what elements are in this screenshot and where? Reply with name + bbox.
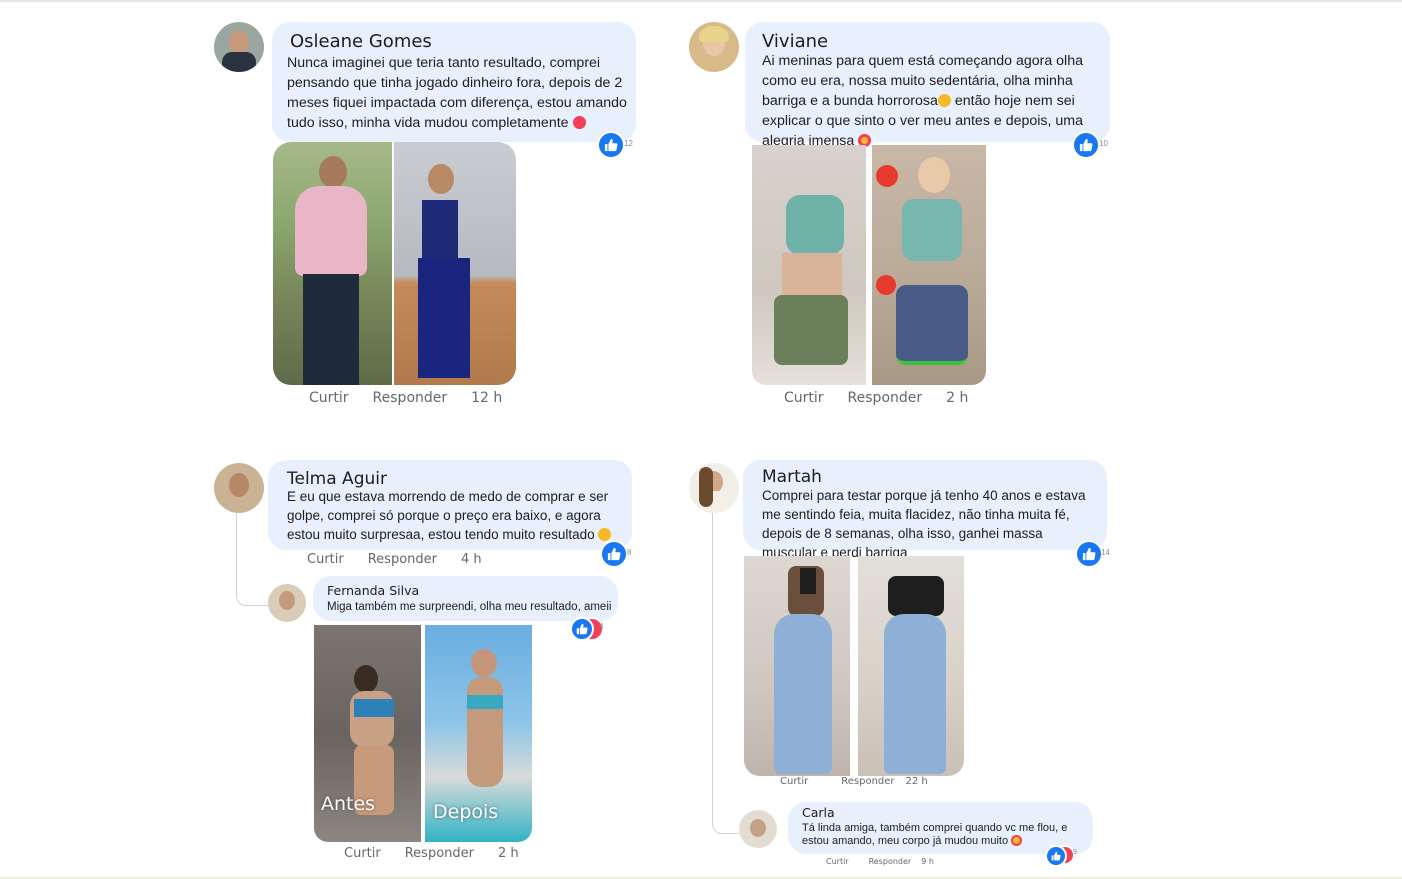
avatar[interactable] [214, 463, 264, 513]
comment-author[interactable]: Martah [762, 467, 822, 487]
like-reaction-icon[interactable] [1075, 540, 1103, 568]
comment-timestamp[interactable]: 2 h [498, 846, 519, 861]
before-label: Antes [321, 793, 376, 815]
like-button[interactable]: Curtir [780, 776, 808, 787]
reply-text: Tá linda amiga, também comprei quando vc… [802, 822, 1092, 848]
reaction-count: 9 [1073, 849, 1077, 856]
reply-bubble: Carla Tá linda amiga, também comprei qua… [788, 802, 1093, 854]
reply-button[interactable]: Responder [841, 776, 894, 787]
before-after-photo[interactable] [744, 556, 964, 776]
avatar[interactable] [739, 810, 777, 848]
like-button[interactable]: Curtir [784, 390, 824, 406]
comment-timestamp[interactable]: 9 h [921, 857, 934, 866]
reply-button[interactable]: Responder [848, 390, 923, 406]
reply-button[interactable]: Responder [405, 846, 474, 861]
reaction-count: 14 [1101, 548, 1110, 557]
comment-actions: Curtir Responder 4 h [307, 552, 482, 567]
reaction-count: 8 [627, 548, 632, 557]
after-photo [858, 556, 964, 776]
comment-author[interactable]: Telma Aguir [287, 469, 387, 489]
reply-author[interactable]: Carla [802, 805, 835, 820]
comment-text: Ai meninas para quem está começando agor… [762, 51, 1104, 151]
after-label: Depois [433, 801, 499, 823]
after-photo [394, 142, 516, 385]
before-photo: Antes [314, 625, 421, 842]
before-photo [744, 556, 850, 776]
reply-thread-line [712, 513, 739, 834]
like-reaction-icon[interactable] [600, 540, 628, 568]
avatar[interactable] [214, 22, 264, 72]
after-photo [872, 145, 986, 385]
heart-emoji-icon [572, 116, 586, 129]
like-button[interactable]: Curtir [826, 857, 849, 866]
reply-actions: Curtir Responder 9 h [826, 857, 934, 866]
reaction-count: 10 [1099, 139, 1108, 148]
reply-thread-line [236, 513, 269, 606]
comment-bubble: Osleane Gomes Nunca imaginei que teria t… [272, 22, 636, 142]
comment-timestamp[interactable]: 22 h [906, 776, 928, 787]
reaction-count: 12 [624, 139, 633, 148]
avatar[interactable] [268, 584, 306, 622]
like-button[interactable]: Curtir [309, 390, 349, 406]
comment-actions: Curtir Responder 12 h [309, 390, 502, 406]
comment-bubble: Telma Aguir E eu que estava morrendo de … [268, 460, 632, 550]
avatar[interactable] [689, 463, 739, 513]
like-reaction-icon[interactable] [570, 617, 594, 641]
before-photo [273, 142, 392, 385]
like-reaction-icon[interactable] [597, 131, 625, 159]
reply-text-body: Tá linda amiga, também comprei quando vc… [802, 822, 1068, 847]
grinning-emoji-icon [937, 94, 951, 107]
comment-text: Nunca imaginei que teria tanto resultado… [287, 53, 631, 133]
top-divider [0, 0, 1402, 2]
before-after-photo[interactable] [273, 142, 516, 385]
comment-author[interactable]: Osleane Gomes [290, 31, 432, 52]
heart-eyes-emoji-icon [1011, 835, 1023, 846]
comment-timestamp[interactable]: 4 h [461, 552, 482, 567]
before-after-photo[interactable] [752, 145, 986, 385]
avatar[interactable] [689, 22, 739, 72]
reaction-count: 4 [599, 622, 604, 631]
like-reaction-icon[interactable] [1072, 131, 1100, 159]
comment-actions: Curtir Responder 22 h [780, 776, 928, 787]
before-photo [752, 145, 866, 385]
before-after-photo[interactable]: Antes Depois [314, 625, 532, 842]
reply-actions: Curtir Responder 2 h [344, 846, 519, 861]
comment-text: Comprei para testar porque já tenho 40 a… [762, 488, 1086, 560]
comment-bubble: Viviane Ai meninas para quem está começa… [745, 22, 1110, 149]
after-photo: Depois [425, 625, 532, 842]
like-reaction-icon[interactable] [1045, 845, 1067, 867]
comment-bubble: Martah Comprei para testar porque já ten… [743, 460, 1107, 560]
comment-timestamp[interactable]: 12 h [471, 390, 502, 406]
reply-button[interactable]: Responder [869, 857, 912, 866]
reply-author[interactable]: Fernanda Silva [327, 583, 419, 598]
comment-author[interactable]: Viviane [762, 31, 828, 52]
like-button[interactable]: Curtir [344, 846, 381, 861]
reply-button[interactable]: Responder [373, 390, 448, 406]
comment-text-body: E eu que estava morrendo de medo de comp… [287, 489, 609, 542]
comment-actions: Curtir Responder 2 h [784, 390, 968, 406]
laughing-emoji-icon [598, 528, 612, 541]
reply-button[interactable]: Responder [368, 552, 437, 567]
reply-bubble: Fernanda Silva Miga também me surpreendi… [313, 576, 618, 621]
comment-text: E eu que estava morrendo de medo de comp… [287, 487, 623, 544]
reply-text: Miga também me surpreendi, olha meu resu… [327, 601, 612, 613]
like-button[interactable]: Curtir [307, 552, 344, 567]
comment-timestamp[interactable]: 2 h [946, 390, 968, 406]
